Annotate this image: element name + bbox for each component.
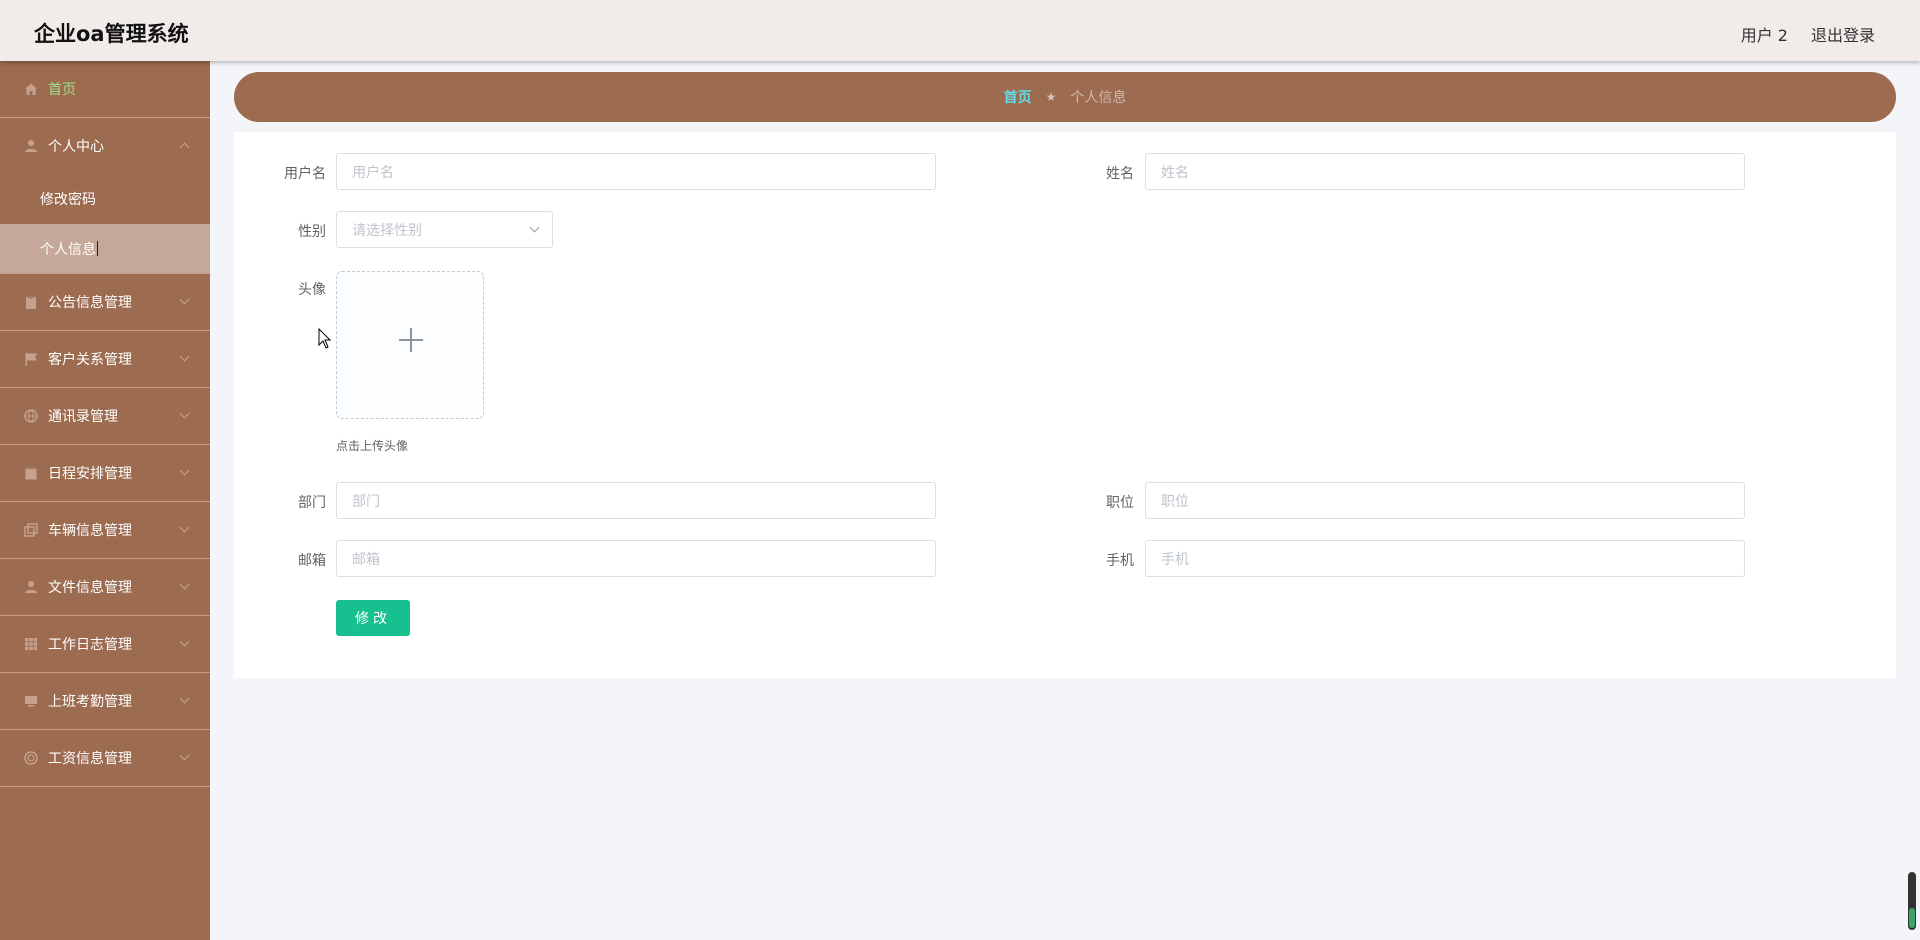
sidebar-item-schedule[interactable]: 日程安排管理 [0, 445, 210, 502]
breadcrumb-separator: ★ [1045, 90, 1057, 104]
email-label: 邮箱 [298, 553, 326, 569]
chevron-down-icon [179, 750, 190, 761]
avatar-upload-tip: 点击上传头像 [336, 439, 409, 453]
chevron-down-icon [179, 465, 190, 476]
text-caret [97, 241, 98, 256]
position-input[interactable]: 职位 [1145, 482, 1745, 519]
breadcrumb: 首页 ★ 个人信息 [234, 72, 1896, 122]
name-input[interactable]: 姓名 [1145, 153, 1745, 190]
calendar-icon [24, 466, 38, 480]
sidebar-subitem-change-password[interactable]: 修改密码 [0, 174, 210, 224]
breadcrumb-home[interactable]: 首页 [1004, 87, 1032, 107]
sidebar-item-label: 工作日志管理 [48, 637, 132, 653]
mouse-cursor-icon [318, 328, 332, 349]
clipboard-icon [24, 295, 38, 309]
chevron-down-icon [179, 693, 190, 704]
chevron-down-icon [179, 579, 190, 590]
copy-icon [24, 523, 38, 537]
sidebar-item-label: 公告信息管理 [48, 295, 132, 311]
sidebar-item-worklog[interactable]: 工作日志管理 [0, 616, 210, 673]
name-label: 姓名 [1106, 166, 1134, 182]
department-input[interactable]: 部门 [336, 482, 936, 519]
sidebar-subitem-label: 修改密码 [40, 192, 96, 208]
username-label: 用户名 [284, 166, 326, 182]
avatar-label: 头像 [298, 282, 326, 298]
sidebar-item-customer[interactable]: 客户关系管理 [0, 331, 210, 388]
monitor-icon [24, 694, 38, 708]
avatar-upload[interactable] [336, 271, 484, 419]
user-icon [24, 580, 38, 594]
app-title: 企业oa管理系统 [34, 22, 189, 46]
top-header: 企业oa管理系统 用户 2 退出登录 [0, 0, 1920, 61]
sidebar-item-attendance[interactable]: 上班考勤管理 [0, 673, 210, 730]
position-label: 职位 [1106, 495, 1134, 511]
sidebar: 首页 个人中心 修改密码 个人信息 公告信息管理 客户关系管理 通讯录管理 日程… [0, 61, 210, 940]
sidebar-item-label: 客户关系管理 [48, 352, 132, 368]
breadcrumb-current: 个人信息 [1070, 90, 1127, 106]
sidebar-item-files[interactable]: 文件信息管理 [0, 559, 210, 616]
chevron-down-icon [179, 522, 190, 533]
grid-icon [24, 637, 38, 651]
sidebar-item-label: 首页 [48, 82, 76, 98]
phone-label: 手机 [1106, 553, 1134, 569]
sidebar-item-announcement[interactable]: 公告信息管理 [0, 274, 210, 331]
chevron-down-icon [179, 351, 190, 362]
scrollbar-thumb[interactable] [1908, 872, 1916, 930]
logout-link[interactable]: 退出登录 [1811, 22, 1875, 46]
plus-icon [410, 328, 412, 352]
flag-icon [24, 352, 38, 366]
current-user[interactable]: 用户 2 [1741, 22, 1788, 46]
chevron-down-icon [179, 294, 190, 305]
chevron-down-icon [179, 636, 190, 647]
submit-button[interactable]: 修改 [336, 600, 410, 636]
sidebar-item-label: 日程安排管理 [48, 466, 132, 482]
sidebar-item-label: 文件信息管理 [48, 580, 132, 596]
sidebar-item-salary[interactable]: 工资信息管理 [0, 730, 210, 787]
department-label: 部门 [298, 495, 326, 511]
sidebar-item-label: 车辆信息管理 [48, 523, 132, 539]
circle-icon [24, 751, 38, 765]
sidebar-item-vehicle[interactable]: 车辆信息管理 [0, 502, 210, 559]
gender-select[interactable]: 请选择性别 [336, 211, 553, 248]
sidebar-subitem-label: 个人信息 [40, 241, 96, 258]
globe-icon [24, 409, 38, 423]
chevron-down-icon [529, 222, 540, 233]
sidebar-subitem-personal-info[interactable]: 个人信息 [0, 224, 210, 274]
chevron-up-icon [179, 142, 190, 153]
sidebar-item-contacts[interactable]: 通讯录管理 [0, 388, 210, 445]
sidebar-item-label: 个人中心 [48, 139, 104, 155]
home-icon [24, 82, 38, 96]
sidebar-item-label: 通讯录管理 [48, 409, 118, 425]
email-input[interactable]: 邮箱 [336, 540, 936, 577]
sidebar-item-label: 工资信息管理 [48, 751, 132, 767]
sidebar-item-label: 上班考勤管理 [48, 694, 132, 710]
user-icon [24, 139, 38, 153]
gender-select-placeholder: 请选择性别 [352, 222, 422, 239]
phone-input[interactable]: 手机 [1145, 540, 1745, 577]
chevron-down-icon [179, 408, 190, 419]
sidebar-item-home[interactable]: 首页 [0, 61, 210, 118]
sidebar-item-personal-center[interactable]: 个人中心 [0, 118, 210, 174]
username-input[interactable]: 用户名 [336, 153, 936, 190]
gender-label: 性别 [298, 224, 326, 240]
